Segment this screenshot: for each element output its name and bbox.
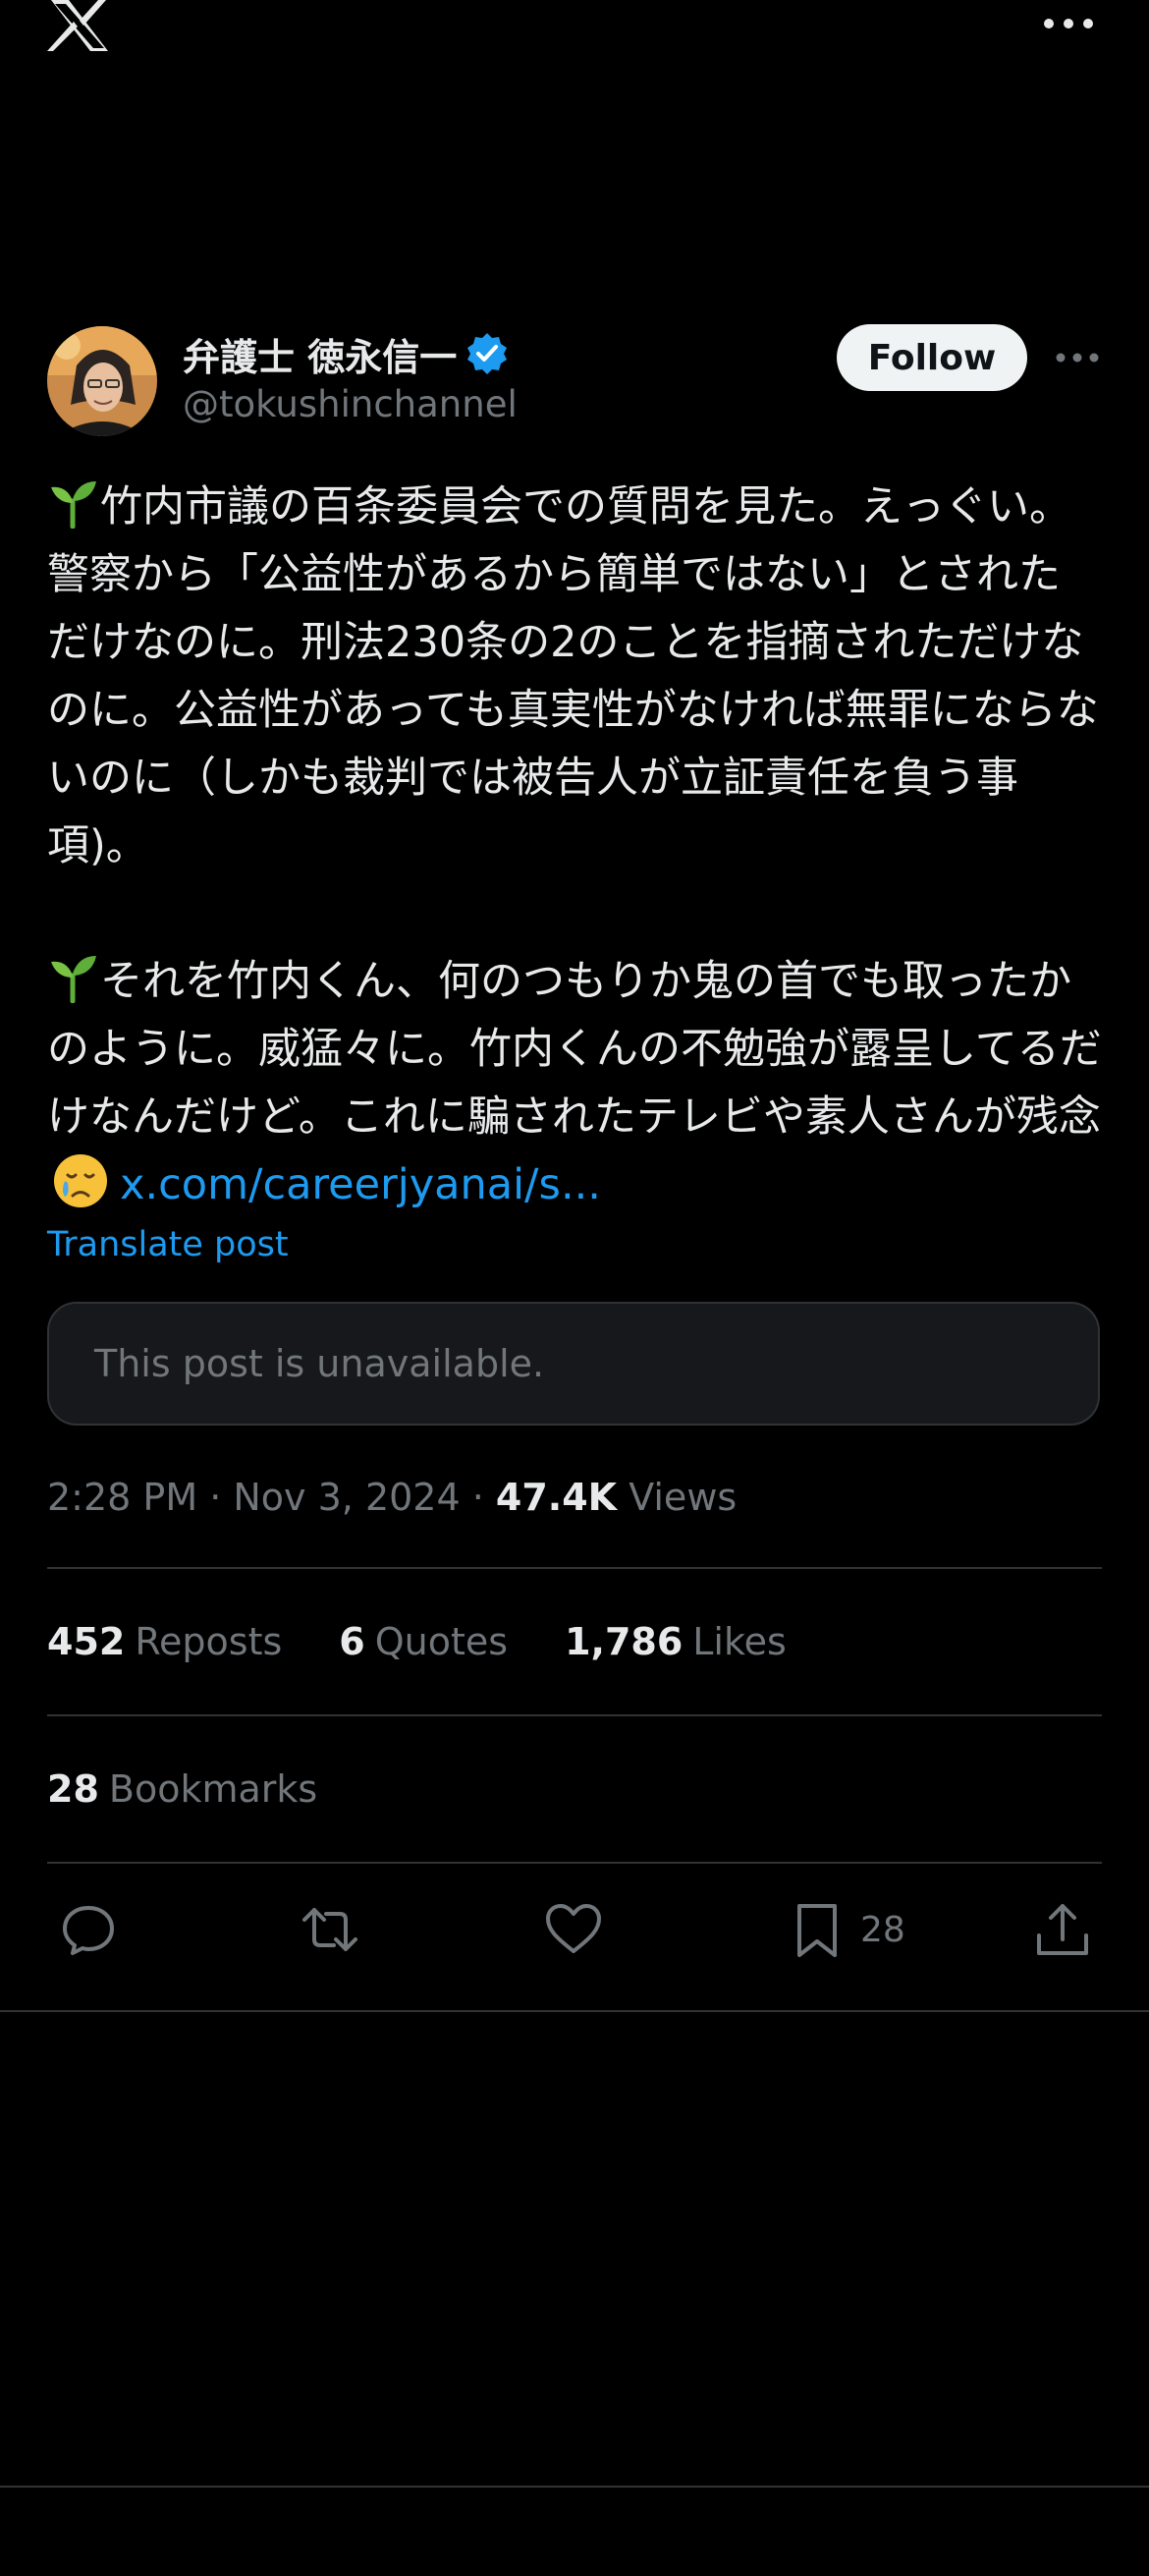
quotes-stat[interactable]: 6 Quotes <box>339 1620 508 1663</box>
post-meta: 2:28 PM · Nov 3, 2024 · 47.4K Views <box>47 1469 1102 1526</box>
crying-face-emoji-icon <box>54 1154 107 1207</box>
top-bar <box>0 0 1149 79</box>
reposts-count: 452 <box>47 1620 126 1663</box>
likes-stat[interactable]: 1,786 Likes <box>565 1620 787 1663</box>
post-paragraph-1-text: 竹内市議の百条委員会での質問を見た。えっぐい。警察から「公益性があるから簡単では… <box>47 482 1099 870</box>
unavailable-text: This post is unavailable. <box>94 1342 545 1385</box>
bookmarks-stat[interactable]: 28 Bookmarks <box>47 1716 1102 1862</box>
like-button[interactable] <box>544 1897 603 1962</box>
views-label: Views <box>629 1476 738 1519</box>
quotes-label: Quotes <box>374 1620 509 1663</box>
seedling-emoji-icon <box>51 481 96 529</box>
post-paragraph-2-text: それを竹内くん、何のつもりか鬼の首でも取ったかのように。威猛々に。竹内くんの不勉… <box>47 957 1102 1142</box>
x-logo-icon[interactable] <box>47 0 112 51</box>
post-bottom-divider <box>0 2010 1149 2012</box>
author-names: 弁護士 徳永信一 @tokushinchannel <box>183 326 518 425</box>
seedling-emoji-icon-2 <box>51 956 96 1003</box>
repost-icon <box>302 1908 357 1951</box>
bookmarks-count: 28 <box>47 1767 99 1811</box>
repost-button[interactable] <box>301 1897 359 1962</box>
bookmark-button[interactable]: 28 <box>788 1897 905 1962</box>
quotes-count: 6 <box>339 1620 365 1663</box>
unavailable-quote-card: This post is unavailable. <box>47 1302 1100 1426</box>
reply-button[interactable] <box>59 1897 118 1962</box>
verified-badge-icon <box>467 333 508 374</box>
more-horizontal-icon[interactable] <box>1039 6 1098 41</box>
post-time[interactable]: 2:28 PM <box>47 1476 197 1519</box>
meta-separator-2: · <box>460 1476 496 1519</box>
reposts-label: Reposts <box>135 1620 283 1663</box>
post: 弁護士 徳永信一 @tokushinchannel Follow 竹内市議の百条… <box>47 324 1102 1997</box>
post-more-icon[interactable] <box>1053 344 1102 371</box>
post-link[interactable]: x.com/careerjyanai/s... <box>120 1160 601 1209</box>
bookmark-icon <box>797 1904 837 1957</box>
engagement-stats: 452 Reposts 6 Quotes 1,786 Likes <box>47 1569 1102 1714</box>
action-bar: 28 <box>47 1864 1102 1997</box>
reposts-stat[interactable]: 452 Reposts <box>47 1620 282 1663</box>
share-button[interactable] <box>1033 1897 1092 1962</box>
likes-label: Likes <box>692 1620 787 1663</box>
post-text: 竹内市議の百条委員会での質問を見た。えっぐい。警察から「公益性があるから簡単では… <box>47 474 1102 1219</box>
meta-separator: · <box>197 1476 234 1519</box>
reply-icon <box>63 1906 114 1955</box>
bottom-divider <box>0 2486 1149 2488</box>
likes-count: 1,786 <box>565 1620 684 1663</box>
post-paragraph-2: それを竹内くん、何のつもりか鬼の首でも取ったかのように。威猛々に。竹内くんの不勉… <box>47 948 1102 1219</box>
author-row: 弁護士 徳永信一 @tokushinchannel Follow <box>47 324 1102 440</box>
share-icon <box>1037 1904 1088 1955</box>
translate-post-link[interactable]: Translate post <box>47 1221 1102 1268</box>
display-name[interactable]: 弁護士 徳永信一 <box>183 327 457 381</box>
post-date[interactable]: Nov 3, 2024 <box>233 1476 460 1519</box>
post-paragraph-1: 竹内市議の百条委員会での質問を見た。えっぐい。警察から「公益性があるから簡単では… <box>47 474 1102 880</box>
views-count: 47.4K <box>495 1476 618 1519</box>
bookmarks-label: Bookmarks <box>108 1767 318 1811</box>
heart-icon <box>546 1904 601 1953</box>
author-handle[interactable]: @tokushinchannel <box>183 383 518 425</box>
follow-button[interactable]: Follow <box>837 324 1027 391</box>
bookmark-action-count: 28 <box>860 1909 905 1950</box>
avatar[interactable] <box>47 326 157 436</box>
display-name-row: 弁護士 徳永信一 <box>183 326 518 381</box>
